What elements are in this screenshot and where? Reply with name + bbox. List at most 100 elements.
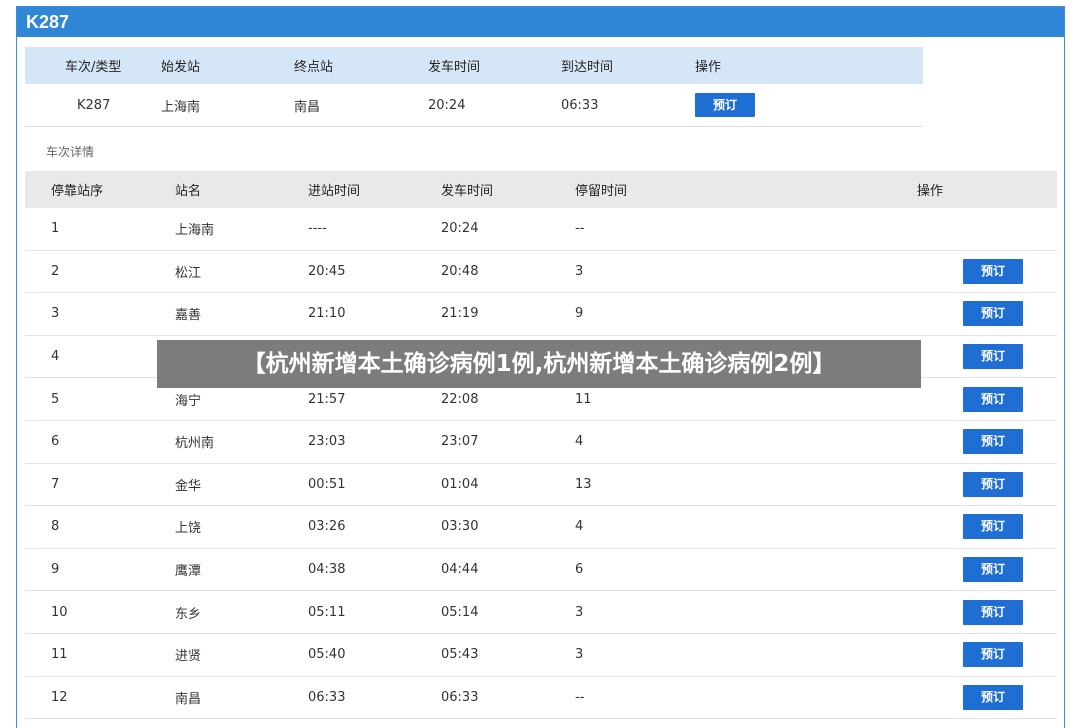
header-destination: 终点站 bbox=[294, 60, 334, 75]
details-body: 1 上海南 ---- 20:24 -- 2 松江 20:45 20:48 3 预订 3 嘉善 21:10 2… bbox=[25, 208, 1057, 720]
cell-depart: 01:04 bbox=[441, 476, 479, 492]
cell-depart: 05:43 bbox=[441, 647, 479, 663]
cell-seq: 12 bbox=[51, 689, 68, 705]
cell-stay: 9 bbox=[575, 306, 584, 322]
cell-depart: 20:24 bbox=[441, 221, 479, 237]
cell-depart: 04:44 bbox=[441, 562, 479, 578]
cell-station: 嘉善 bbox=[175, 308, 202, 324]
cell-seq: 7 bbox=[51, 476, 60, 492]
summary-depart: 20:24 bbox=[428, 97, 466, 113]
header-train-type: 车次/类型 bbox=[65, 60, 122, 75]
summary-destination: 南昌 bbox=[294, 99, 321, 115]
cell-seq: 1 bbox=[51, 221, 60, 237]
cell-station: 鹰潭 bbox=[175, 564, 202, 580]
details-table: 停靠站序 站名 进站时间 发车时间 停留时间 操作 1 上海南 ---- 20:24-… bbox=[25, 171, 1057, 720]
cell-arrive: 23:03 bbox=[308, 434, 346, 450]
cell-depart: 05:14 bbox=[441, 604, 479, 620]
summary-table: 车次/类型 始发站 终点站 发车时间 到达时间 操作 K287 上海南 南昌 2… bbox=[25, 47, 923, 127]
summary-origin: 上海南 bbox=[161, 99, 201, 115]
book-button[interactable]: 预订 bbox=[963, 599, 1023, 625]
header-arrive: 到达时间 bbox=[561, 60, 614, 75]
book-button[interactable]: 预订 bbox=[695, 93, 755, 117]
cell-depart: 20:48 bbox=[441, 263, 479, 279]
cell-seq: 10 bbox=[51, 604, 68, 620]
cell-station: 上海南 bbox=[175, 223, 215, 239]
cell-arrive: ---- bbox=[308, 221, 327, 237]
table-row: 8 上饶 03:26 03:30 4 预订 bbox=[25, 506, 1057, 549]
table-row: 2 松江 20:45 20:48 3 预订 bbox=[25, 251, 1057, 294]
summary-train: K287 bbox=[77, 97, 111, 113]
header-seq: 停靠站序 bbox=[51, 184, 104, 199]
book-button[interactable]: 预订 bbox=[963, 429, 1023, 455]
details-header-row: 停靠站序 站名 进站时间 发车时间 停留时间 操作 bbox=[25, 171, 1057, 208]
header-depart-time: 发车时间 bbox=[441, 184, 494, 199]
header-origin: 始发站 bbox=[161, 60, 201, 75]
cell-stay: 11 bbox=[575, 391, 592, 407]
cell-stay: 4 bbox=[575, 434, 584, 450]
cell-station: 进贤 bbox=[175, 649, 202, 665]
header-depart: 发车时间 bbox=[428, 60, 481, 75]
book-button[interactable]: 预订 bbox=[963, 557, 1023, 583]
book-button[interactable]: 预订 bbox=[963, 471, 1023, 497]
cell-arrive: 21:10 bbox=[308, 306, 346, 322]
cell-seq: 8 bbox=[51, 519, 60, 535]
news-banner: 【杭州新增本土确诊病例1例,杭州新增本土确诊病例2例】 bbox=[157, 340, 921, 388]
panel-title: K287 bbox=[17, 7, 1064, 37]
header-detail-action: 操作 bbox=[917, 184, 944, 199]
cell-arrive: 03:26 bbox=[308, 519, 346, 535]
cell-stay: 6 bbox=[575, 562, 584, 578]
cell-station: 杭州南 bbox=[175, 436, 215, 452]
cell-stay: 3 bbox=[575, 263, 584, 279]
table-row: 1 上海南 ---- 20:24 -- bbox=[25, 208, 1057, 251]
header-stay-time: 停留时间 bbox=[575, 184, 628, 199]
cell-seq: 9 bbox=[51, 562, 60, 578]
details-section-label: 车次详情 bbox=[46, 145, 95, 159]
cell-stay: 3 bbox=[575, 604, 584, 620]
cell-seq: 6 bbox=[51, 434, 60, 450]
table-row: 7 金华 00:51 01:04 13 预订 bbox=[25, 464, 1057, 507]
summary-row: K287 上海南 南昌 20:24 06:33 预订 bbox=[25, 84, 923, 127]
book-button[interactable]: 预订 bbox=[963, 301, 1023, 327]
header-station: 站名 bbox=[175, 184, 202, 199]
table-row: 12 南昌 06:33 06:33 -- 预订 bbox=[25, 677, 1057, 720]
cell-arrive: 05:11 bbox=[308, 604, 346, 620]
summary-header-row: 车次/类型 始发站 终点站 发车时间 到达时间 操作 bbox=[25, 47, 923, 84]
book-button[interactable]: 预订 bbox=[963, 386, 1023, 412]
book-button[interactable]: 预订 bbox=[963, 514, 1023, 540]
cell-depart: 21:19 bbox=[441, 306, 479, 322]
summary-arrive: 06:33 bbox=[561, 97, 599, 113]
cell-station: 上饶 bbox=[175, 521, 202, 537]
cell-stay: -- bbox=[575, 221, 585, 237]
cell-depart: 22:08 bbox=[441, 391, 479, 407]
cell-depart: 03:30 bbox=[441, 519, 479, 535]
cell-stay: 3 bbox=[575, 647, 584, 663]
cell-arrive: 21:57 bbox=[308, 391, 346, 407]
table-row: 6 杭州南 23:03 23:07 4 预订 bbox=[25, 421, 1057, 464]
cell-station: 海宁 bbox=[175, 393, 202, 409]
book-button[interactable]: 预订 bbox=[963, 258, 1023, 284]
cell-arrive: 06:33 bbox=[308, 689, 346, 705]
cell-station: 金华 bbox=[175, 478, 202, 494]
cell-station: 东乡 bbox=[175, 606, 202, 622]
cell-seq: 5 bbox=[51, 391, 60, 407]
cell-arrive: 04:38 bbox=[308, 562, 346, 578]
cell-seq: 11 bbox=[51, 647, 68, 663]
cell-stay: 13 bbox=[575, 476, 592, 492]
cell-depart: 23:07 bbox=[441, 434, 479, 450]
table-row: 3 嘉善 21:10 21:19 9 预订 bbox=[25, 293, 1057, 336]
cell-seq: 3 bbox=[51, 306, 60, 322]
cell-stay: 4 bbox=[575, 519, 584, 535]
book-button[interactable]: 预订 bbox=[963, 684, 1023, 710]
cell-stay: -- bbox=[575, 689, 585, 705]
cell-station: 松江 bbox=[175, 265, 202, 281]
header-action: 操作 bbox=[695, 60, 722, 75]
cell-arrive: 05:40 bbox=[308, 647, 346, 663]
header-arrive-time: 进站时间 bbox=[308, 184, 361, 199]
book-button[interactable]: 预订 bbox=[963, 642, 1023, 668]
cell-depart: 06:33 bbox=[441, 689, 479, 705]
book-button[interactable]: 预订 bbox=[963, 344, 1023, 370]
table-row: 10 东乡 05:11 05:14 3 预订 bbox=[25, 591, 1057, 634]
table-row: 9 鹰潭 04:38 04:44 6 预订 bbox=[25, 549, 1057, 592]
cell-arrive: 00:51 bbox=[308, 476, 346, 492]
cell-station: 南昌 bbox=[175, 691, 202, 707]
